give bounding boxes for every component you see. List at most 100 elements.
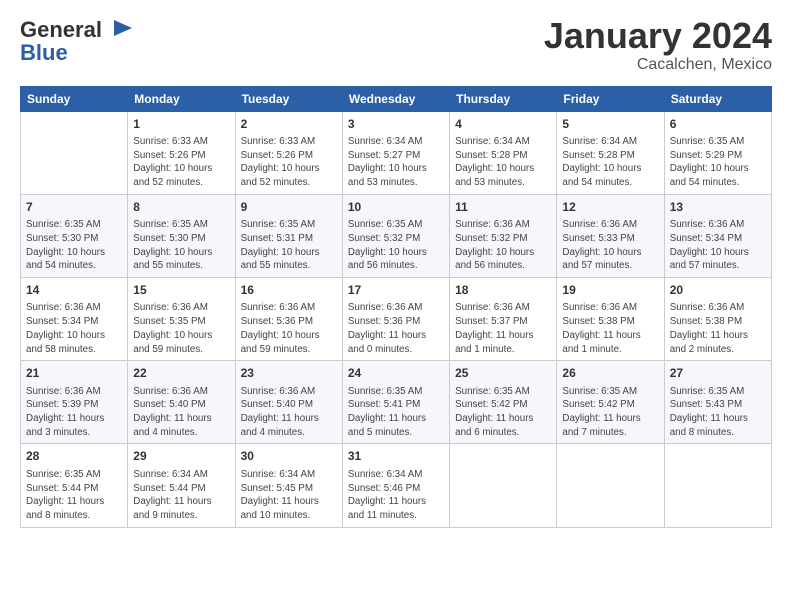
day-cell: 9 Sunrise: 6:35 AMSunset: 5:31 PMDaylight… bbox=[235, 194, 342, 277]
day-cell: 30Sunrise: 6:34 AMSunset: 5:45 PMDayligh… bbox=[235, 444, 342, 527]
day-info: Sunrise: 6:35 AMSunset: 5:31 PMDaylight:… bbox=[241, 218, 337, 273]
day-info: Sunrise: 6:36 AMSunset: 5:32 PMDaylight:… bbox=[455, 218, 551, 273]
day-cell: 17Sunrise: 6:36 AMSunset: 5:36 PMDayligh… bbox=[342, 278, 449, 361]
logo: General Blue bbox=[20, 16, 132, 66]
day-info: Sunrise: 6:34 AMSunset: 5:45 PMDaylight:… bbox=[241, 468, 337, 523]
day-cell: 23 Sunrise: 6:36 AMSunset: 5:40 PMDayligh… bbox=[235, 361, 342, 444]
day-number: 26 bbox=[562, 365, 658, 382]
day-number: 25 bbox=[455, 365, 551, 382]
day-number: 20 bbox=[670, 282, 766, 299]
header: General Blue January 2024 Cacalchen, Mex… bbox=[20, 16, 772, 74]
day-info: Sunrise: 6:35 AMSunset: 5:29 PMDaylight:… bbox=[670, 135, 766, 190]
day-header-tuesday: Tuesday bbox=[235, 86, 342, 111]
day-info: Sunrise: 6:36 AMSunset: 5:36 PMDaylight:… bbox=[348, 301, 444, 356]
week-row-5: 28 Sunrise: 6:35 AMSunset: 5:44 PMDayligh… bbox=[21, 444, 772, 527]
day-number: 12 bbox=[562, 199, 658, 216]
day-info: Sunrise: 6:35 AMSunset: 5:30 PMDaylight:… bbox=[26, 218, 122, 273]
day-number: 27 bbox=[670, 365, 766, 382]
day-number: 10 bbox=[348, 199, 444, 216]
day-cell: 11Sunrise: 6:36 AMSunset: 5:32 PMDayligh… bbox=[450, 194, 557, 277]
day-info: Sunrise: 6:36 AMSunset: 5:35 PMDaylight:… bbox=[133, 301, 229, 356]
day-number: 29 bbox=[133, 448, 229, 465]
day-info: Sunrise: 6:36 AMSunset: 5:38 PMDaylight:… bbox=[562, 301, 658, 356]
day-cell: 24Sunrise: 6:35 AMSunset: 5:41 PMDayligh… bbox=[342, 361, 449, 444]
day-number: 23 bbox=[241, 365, 337, 382]
day-cell: 3 Sunrise: 6:34 AMSunset: 5:27 PMDaylight… bbox=[342, 111, 449, 194]
day-cell: 12 Sunrise: 6:36 AMSunset: 5:33 PMDayligh… bbox=[557, 194, 664, 277]
day-cell: 31 Sunrise: 6:34 AMSunset: 5:46 PMDayligh… bbox=[342, 444, 449, 527]
title-block: January 2024 Cacalchen, Mexico bbox=[544, 16, 772, 74]
day-number: 2 bbox=[241, 116, 337, 133]
day-info: Sunrise: 6:34 AMSunset: 5:44 PMDaylight:… bbox=[133, 468, 229, 523]
day-info: Sunrise: 6:36 AMSunset: 5:39 PMDaylight:… bbox=[26, 385, 122, 440]
day-info: Sunrise: 6:36 AMSunset: 5:40 PMDaylight:… bbox=[133, 385, 229, 440]
day-number: 28 bbox=[26, 448, 122, 465]
day-cell: 25 Sunrise: 6:35 AMSunset: 5:42 PMDayligh… bbox=[450, 361, 557, 444]
day-cell: 7 Sunrise: 6:35 AMSunset: 5:30 PMDaylight… bbox=[21, 194, 128, 277]
day-info: Sunrise: 6:35 AMSunset: 5:30 PMDaylight:… bbox=[133, 218, 229, 273]
day-info: Sunrise: 6:34 AMSunset: 5:27 PMDaylight:… bbox=[348, 135, 444, 190]
day-info: Sunrise: 6:34 AMSunset: 5:28 PMDaylight:… bbox=[562, 135, 658, 190]
day-number: 31 bbox=[348, 448, 444, 465]
day-cell: 4 Sunrise: 6:34 AMSunset: 5:28 PMDaylight… bbox=[450, 111, 557, 194]
day-number: 15 bbox=[133, 282, 229, 299]
page: General Blue January 2024 Cacalchen, Mex… bbox=[0, 0, 792, 612]
day-cell: 15 Sunrise: 6:36 AMSunset: 5:35 PMDayligh… bbox=[128, 278, 235, 361]
day-info: Sunrise: 6:35 AMSunset: 5:44 PMDaylight:… bbox=[26, 468, 122, 523]
day-cell: 20Sunrise: 6:36 AMSunset: 5:38 PMDayligh… bbox=[664, 278, 771, 361]
day-info: Sunrise: 6:34 AMSunset: 5:46 PMDaylight:… bbox=[348, 468, 444, 523]
day-cell: 29 Sunrise: 6:34 AMSunset: 5:44 PMDayligh… bbox=[128, 444, 235, 527]
day-cell: 14 Sunrise: 6:36 AMSunset: 5:34 PMDayligh… bbox=[21, 278, 128, 361]
day-cell: 8 Sunrise: 6:35 AMSunset: 5:30 PMDaylight… bbox=[128, 194, 235, 277]
day-header-saturday: Saturday bbox=[664, 86, 771, 111]
day-number: 9 bbox=[241, 199, 337, 216]
day-info: Sunrise: 6:35 AMSunset: 5:43 PMDaylight:… bbox=[670, 385, 766, 440]
day-info: Sunrise: 6:35 AMSunset: 5:32 PMDaylight:… bbox=[348, 218, 444, 273]
week-row-1: 1 Sunrise: 6:33 AMSunset: 5:26 PMDaylight… bbox=[21, 111, 772, 194]
day-info: Sunrise: 6:35 AMSunset: 5:42 PMDaylight:… bbox=[455, 385, 551, 440]
day-number: 4 bbox=[455, 116, 551, 133]
day-cell: 2 Sunrise: 6:33 AMSunset: 5:26 PMDaylight… bbox=[235, 111, 342, 194]
day-header-wednesday: Wednesday bbox=[342, 86, 449, 111]
day-info: Sunrise: 6:33 AMSunset: 5:26 PMDaylight:… bbox=[133, 135, 229, 190]
day-cell: 1 Sunrise: 6:33 AMSunset: 5:26 PMDaylight… bbox=[128, 111, 235, 194]
day-number: 21 bbox=[26, 365, 122, 382]
day-number: 8 bbox=[133, 199, 229, 216]
header-row: SundayMondayTuesdayWednesdayThursdayFrid… bbox=[21, 86, 772, 111]
day-header-sunday: Sunday bbox=[21, 86, 128, 111]
day-number: 3 bbox=[348, 116, 444, 133]
day-info: Sunrise: 6:33 AMSunset: 5:26 PMDaylight:… bbox=[241, 135, 337, 190]
day-number: 14 bbox=[26, 282, 122, 299]
day-number: 5 bbox=[562, 116, 658, 133]
day-info: Sunrise: 6:36 AMSunset: 5:34 PMDaylight:… bbox=[26, 301, 122, 356]
day-number: 1 bbox=[133, 116, 229, 133]
day-number: 13 bbox=[670, 199, 766, 216]
day-info: Sunrise: 6:36 AMSunset: 5:37 PMDaylight:… bbox=[455, 301, 551, 356]
day-cell: 10 Sunrise: 6:35 AMSunset: 5:32 PMDayligh… bbox=[342, 194, 449, 277]
day-info: Sunrise: 6:34 AMSunset: 5:28 PMDaylight:… bbox=[455, 135, 551, 190]
day-header-friday: Friday bbox=[557, 86, 664, 111]
day-header-thursday: Thursday bbox=[450, 86, 557, 111]
day-cell bbox=[450, 444, 557, 527]
day-cell: 6 Sunrise: 6:35 AMSunset: 5:29 PMDaylight… bbox=[664, 111, 771, 194]
day-info: Sunrise: 6:35 AMSunset: 5:41 PMDaylight:… bbox=[348, 385, 444, 440]
week-row-2: 7 Sunrise: 6:35 AMSunset: 5:30 PMDaylight… bbox=[21, 194, 772, 277]
week-row-4: 21 Sunrise: 6:36 AMSunset: 5:39 PMDayligh… bbox=[21, 361, 772, 444]
day-number: 6 bbox=[670, 116, 766, 133]
day-cell: 19Sunrise: 6:36 AMSunset: 5:38 PMDayligh… bbox=[557, 278, 664, 361]
month-title: January 2024 bbox=[544, 16, 772, 56]
day-cell bbox=[664, 444, 771, 527]
day-info: Sunrise: 6:36 AMSunset: 5:33 PMDaylight:… bbox=[562, 218, 658, 273]
day-info: Sunrise: 6:36 AMSunset: 5:34 PMDaylight:… bbox=[670, 218, 766, 273]
day-info: Sunrise: 6:36 AMSunset: 5:40 PMDaylight:… bbox=[241, 385, 337, 440]
day-cell: 22Sunrise: 6:36 AMSunset: 5:40 PMDayligh… bbox=[128, 361, 235, 444]
day-cell: 5 Sunrise: 6:34 AMSunset: 5:28 PMDaylight… bbox=[557, 111, 664, 194]
day-number: 18 bbox=[455, 282, 551, 299]
day-cell: 18 Sunrise: 6:36 AMSunset: 5:37 PMDayligh… bbox=[450, 278, 557, 361]
day-header-monday: Monday bbox=[128, 86, 235, 111]
logo-icon bbox=[104, 16, 132, 44]
day-number: 7 bbox=[26, 199, 122, 216]
day-cell: 28 Sunrise: 6:35 AMSunset: 5:44 PMDayligh… bbox=[21, 444, 128, 527]
day-cell: 27 Sunrise: 6:35 AMSunset: 5:43 PMDayligh… bbox=[664, 361, 771, 444]
day-info: Sunrise: 6:35 AMSunset: 5:42 PMDaylight:… bbox=[562, 385, 658, 440]
